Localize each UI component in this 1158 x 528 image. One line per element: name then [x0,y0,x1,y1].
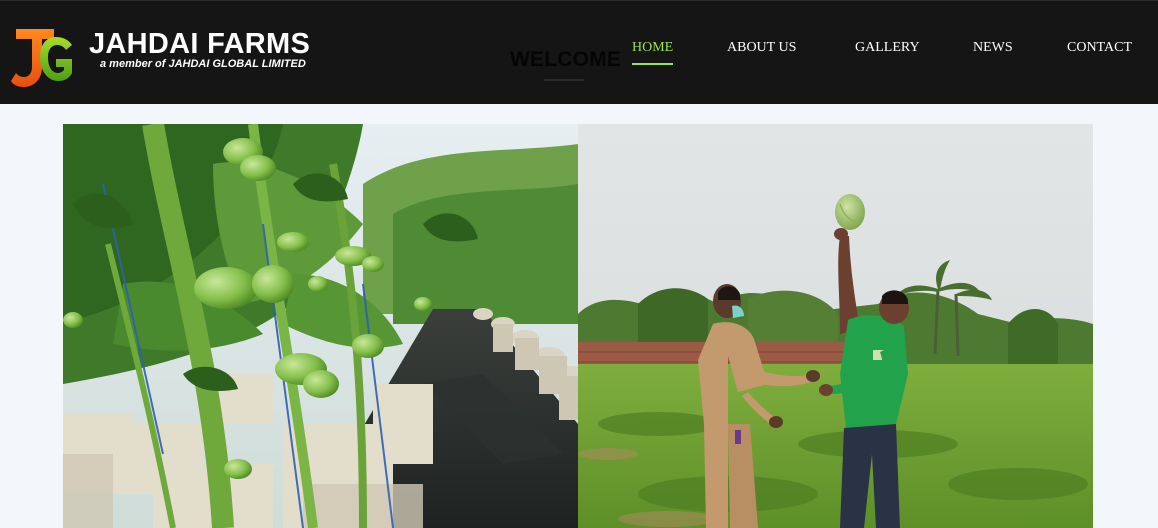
nav-active-indicator [632,63,673,65]
nav-item-gallery[interactable]: GALLERY [855,40,920,56]
nav-item-home[interactable]: HOME [632,40,673,56]
jg-monogram-logo[interactable] [10,23,74,89]
nav-item-news[interactable]: NEWS [973,40,1013,56]
welcome-underline [544,79,584,81]
brand-name[interactable]: JAHDAI FARMS [89,27,310,61]
greenhouse-tomato-plants-photo [63,124,578,528]
brand-tagline: a member of JAHDAI GLOBAL LIMITED [100,58,306,70]
nav-item-contact[interactable]: CONTACT [1067,40,1132,56]
site-header: JAHDAI FARMS a member of JAHDAI GLOBAL L… [0,0,1158,104]
welcome-heading: WELCOME [510,48,622,71]
nav-item-about-us[interactable]: ABOUT US [727,40,796,56]
farm-workers-watermelon-field-photo [578,124,1093,528]
